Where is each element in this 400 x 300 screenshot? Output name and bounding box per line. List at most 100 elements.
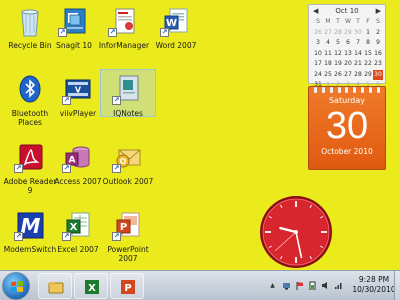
recycle-bin-icon <box>13 4 47 38</box>
calendar-weekday-header: S <box>376 18 380 25</box>
calendar-day-cell[interactable]: 13 <box>343 49 353 60</box>
calendar-day-cell[interactable]: 11 <box>323 49 333 60</box>
desktop-icon-label: PowerPoint 2007 <box>107 245 149 263</box>
taskbar: X P ▲ 9:28 PM 10/30/2010 <box>0 270 400 300</box>
calendar-day-cell[interactable]: 9 <box>373 38 383 49</box>
snagit-icon: ↗ <box>57 4 91 38</box>
excel-icon: X <box>85 280 99 294</box>
desktop-icon-access[interactable]: A ↗ Access 2007 <box>50 140 106 186</box>
calendar-day-cell[interactable]: 26 <box>333 70 343 81</box>
shortcut-arrow-icon: ↗ <box>14 164 23 173</box>
network-icon[interactable] <box>282 281 291 290</box>
calendar-day-cell[interactable]: 17 <box>313 59 323 70</box>
desktop-icon-snagit[interactable]: ↗ Snagit 10 <box>46 4 102 50</box>
calendar-day-cell[interactable]: 29 <box>363 70 373 81</box>
calendar-day-cell[interactable]: 3 <box>313 38 323 49</box>
desktop-icon-viivplayer[interactable]: V ↗ viivPlayer <box>50 72 106 118</box>
desktop-icon-word[interactable]: W ↗ Word 2007 <box>148 4 204 50</box>
calendar-day-cell[interactable]: 8 <box>363 38 373 49</box>
calendar-weekday-header: T <box>336 18 340 25</box>
excel-icon: X ↗ <box>61 208 95 242</box>
desktop-icon-powerpoint[interactable]: P ↗ PowerPoint 2007 <box>100 208 156 263</box>
calendar-day-cell[interactable]: 10 <box>313 49 323 60</box>
calendar-day-of-week: Saturday <box>328 96 366 105</box>
desktop-icon-label: Word 2007 <box>155 41 197 50</box>
calendar-day-cell[interactable]: 19 <box>333 59 343 70</box>
calendar-next-arrow-icon[interactable]: ▶ <box>376 7 381 15</box>
windows-logo-icon <box>11 281 23 292</box>
calendar-day-cell[interactable]: 6 <box>343 38 353 49</box>
desktop-icon-iqnotes[interactable]: ↗ IQNotes <box>100 69 156 118</box>
desktop-icon-label: Access 2007 <box>54 177 102 186</box>
desktop-icon-informanager[interactable]: ↗ InforManager <box>96 4 152 50</box>
calendar-day-cell[interactable]: 25 <box>323 70 333 81</box>
clock-gadget[interactable] <box>258 194 334 270</box>
desktop-icon-label: Outlook 2007 <box>102 177 154 186</box>
clock-face <box>260 196 332 268</box>
tray-date: 10/30/2010 <box>352 285 396 294</box>
viivplayer-icon: V ↗ <box>61 72 95 106</box>
calendar-weekday-header: T <box>356 18 360 25</box>
calendar-weekday-header: S <box>316 18 320 25</box>
calendar-day-cell[interactable]: 7 <box>353 38 363 49</box>
calendar-day-cell[interactable]: 14 <box>353 49 363 60</box>
calendar-header: ◀ Oct 10 ▶ <box>309 5 385 17</box>
calendar-day-cell[interactable]: 23 <box>373 59 383 70</box>
word-icon: W ↗ <box>159 4 193 38</box>
calendar-day-cell[interactable]: 27 <box>343 70 353 81</box>
calendar-day-cell[interactable]: 30 <box>353 28 363 39</box>
calendar-day-cell[interactable]: 4 <box>323 38 333 49</box>
calendar-day-cell[interactable]: 16 <box>373 49 383 60</box>
modemswitch-icon: M ↗ <box>13 208 47 242</box>
calendar-day-cell[interactable]: 27 <box>323 28 333 39</box>
taskbar-pinned-excel[interactable]: X <box>74 273 108 299</box>
powerpoint-icon: P <box>121 280 135 294</box>
tray-expand-arrow-icon[interactable]: ▲ <box>268 281 277 290</box>
shortcut-arrow-icon: ↗ <box>108 28 117 37</box>
access-icon: A ↗ <box>61 140 95 174</box>
calendar-day-cell[interactable]: 28 <box>333 28 343 39</box>
shortcut-arrow-icon: ↗ <box>112 164 121 173</box>
calendar-day-cell[interactable]: 20 <box>343 59 353 70</box>
calendar-day-cell[interactable]: 29 <box>343 28 353 39</box>
taskbar-pinned-powerpoint[interactable]: P <box>110 273 144 299</box>
calendar-weekday-header: W <box>345 18 351 25</box>
shortcut-arrow-icon: ↗ <box>62 96 71 105</box>
desktop-icon-outlook[interactable]: O ↗ Outlook 2007 <box>100 140 156 186</box>
desktop-icon-excel[interactable]: X ↗ Excel 2007 <box>50 208 106 254</box>
calendar-day-cell[interactable]: 15 <box>363 49 373 60</box>
signal-icon[interactable] <box>334 281 343 290</box>
calendar-day-cell[interactable]: 12 <box>333 49 343 60</box>
calendar-day-cell[interactable]: 24 <box>313 70 323 81</box>
calendar-weekday-header: M <box>325 18 331 25</box>
bluetooth-icon <box>13 72 47 106</box>
calendar-day-cell[interactable]: 2 <box>373 28 383 39</box>
calendar-day-cell[interactable]: 18 <box>323 59 333 70</box>
calendar-grid: S M T W T F S 26 27 28 29 30 1 2 3 4 5 6 7 8 9 10 11 12 13 14 15 16… <box>309 17 385 91</box>
calendar-day-view: Saturday 30 October 2010 <box>308 86 386 170</box>
calendar-prev-arrow-icon[interactable]: ◀ <box>313 7 318 15</box>
calendar-weekday-header: F <box>366 18 370 25</box>
calendar-day-cell[interactable]: 28 <box>353 70 363 81</box>
calendar-day-number: 30 <box>325 105 369 147</box>
calendar-day-cell[interactable]: 30 <box>373 69 383 80</box>
calendar-day-cell[interactable]: 26 <box>313 28 323 39</box>
svg-text:X: X <box>88 283 96 294</box>
battery-icon[interactable] <box>308 281 317 291</box>
desktop-icon-label: IQNotes <box>113 109 143 118</box>
calendar-gadget[interactable]: ◀ Oct 10 ▶ S M T W T F S 26 27 28 29 30 1 2 3 4 5 6 7 8 9 10 1… <box>308 4 386 170</box>
show-desktop-button[interactable] <box>394 271 400 300</box>
start-button[interactable] <box>2 272 30 300</box>
action-center-flag-icon[interactable] <box>295 281 304 290</box>
calendar-day-cell[interactable]: 21 <box>353 59 363 70</box>
powerpoint-icon: P ↗ <box>111 208 145 242</box>
volume-icon[interactable] <box>321 281 330 290</box>
tray-clock[interactable]: 9:28 PM 10/30/2010 <box>352 275 396 295</box>
iqnotes-icon: ↗ <box>111 72 145 106</box>
desktop-icon-label: viivPlayer <box>59 109 97 118</box>
explorer-icon <box>48 282 64 294</box>
taskbar-pinned-explorer[interactable] <box>38 273 72 299</box>
calendar-day-cell[interactable]: 5 <box>333 38 343 49</box>
calendar-day-cell[interactable]: 1 <box>363 28 373 39</box>
calendar-day-cell[interactable]: 22 <box>363 59 373 70</box>
